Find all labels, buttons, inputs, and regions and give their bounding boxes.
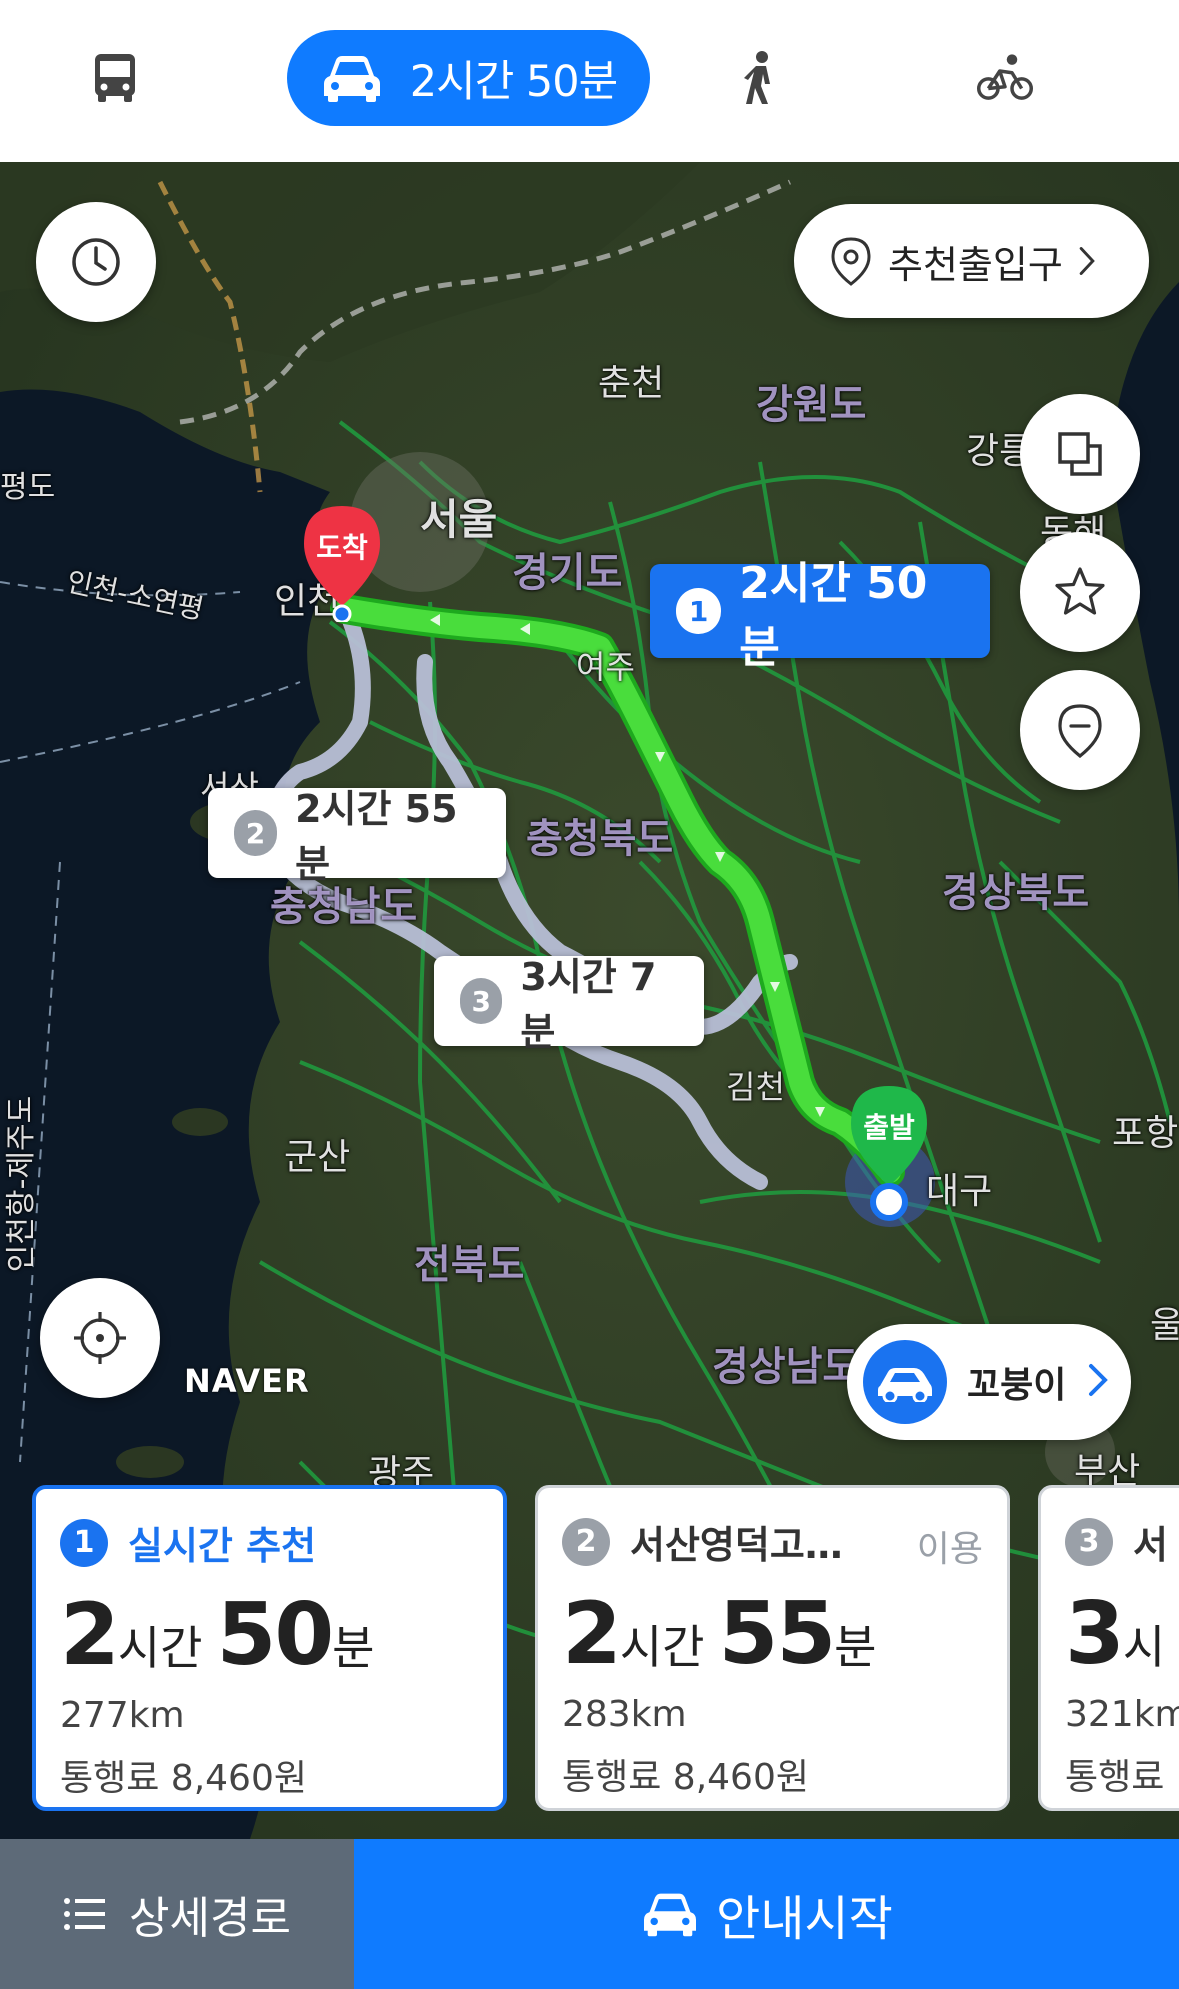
arrival-pin[interactable]: 도착	[300, 502, 384, 626]
crosshair-icon	[74, 1312, 126, 1364]
car-duration-label: 2시간 50분	[409, 57, 618, 107]
route-card-2-minutes: 55	[718, 1584, 836, 1684]
mode-bus-tab[interactable]	[70, 30, 160, 126]
route-card-1-number: 1	[60, 1518, 108, 1567]
route-card-3-number: 3	[1065, 1517, 1113, 1566]
car-icon	[644, 1893, 697, 1937]
car-icon	[323, 56, 380, 102]
recommended-entrance-label: 추천출입구	[888, 242, 1063, 287]
route-card-2-duration: 2시간 55분	[562, 1584, 891, 1684]
layers-icon	[1058, 432, 1102, 476]
route-card-1-toll: 통행료 8,460원	[60, 1758, 307, 1799]
place-ulsan: 울	[1150, 1305, 1179, 1346]
departure-pin[interactable]: 출발	[847, 1082, 931, 1226]
route-bubble-3[interactable]: 3 3시간 7분	[434, 955, 704, 1054]
route-card-2-use: 이용	[916, 1529, 983, 1570]
route-card-2-hour-unit: 시간	[619, 1620, 705, 1674]
place-jeju-route: 인천항-제주도	[4, 1095, 40, 1273]
place-gunsan: 군산	[284, 1137, 351, 1178]
waypoint-button[interactable]	[1020, 670, 1140, 790]
place-gimcheon: 김천	[726, 1068, 785, 1106]
start-navigation-label: 안내시작	[716, 1891, 893, 1947]
departure-marker-icon	[851, 1086, 927, 1221]
place-chuncheon: 춘천	[598, 363, 665, 404]
kkobugi-button[interactable]: 꼬붕이	[847, 1324, 1131, 1440]
place-gyeongbuk: 경상북도	[942, 870, 1090, 916]
clock-icon	[72, 238, 120, 286]
route-card-3-duration: 3시	[1065, 1584, 1179, 1684]
route-card-2-toll: 통행료 8,460원	[562, 1757, 809, 1798]
route-card-3-header: 3 서	[1065, 1514, 1168, 1569]
route-card-1-duration: 2시간 50분	[60, 1585, 389, 1685]
route-card-1[interactable]: 1 실시간 추천 2시간 50분 277km 통행료 8,460원	[32, 1485, 507, 1811]
map-layers-button[interactable]	[1020, 394, 1140, 514]
route-card-1-minutes: 50	[216, 1585, 334, 1685]
mode-walk-tab[interactable]	[720, 30, 800, 126]
kkobugi-label: 꼬붕이	[967, 1365, 1067, 1406]
departure-pin-label: 출발	[863, 1111, 915, 1144]
kkobugi-car-icon	[863, 1340, 947, 1424]
place-gangwon: 강원도	[756, 382, 867, 428]
route-card-3-hour-unit: 시	[1122, 1620, 1166, 1674]
route-bubble-2[interactable]: 2 2시간 55분	[208, 787, 506, 886]
naver-attribution: NAVER	[184, 1362, 310, 1400]
walk-icon	[744, 51, 770, 104]
route-card-2-minute-unit: 분	[834, 1620, 877, 1674]
start-navigation-button[interactable]: 안내시작	[354, 1839, 1179, 1989]
recommended-entrance-button[interactable]: 추천출입구	[794, 204, 1149, 318]
list-icon	[64, 1898, 106, 1930]
star-icon	[1055, 567, 1105, 615]
bottom-action-bar: 상세경로 안내시작	[0, 1839, 1179, 1989]
route-card-2-hours: 2	[562, 1584, 622, 1684]
route-bubble-1-label: 2시간 50분	[739, 558, 928, 673]
route-card-3[interactable]: 3 서 3시 321km 통행료	[1038, 1485, 1179, 1811]
favorite-button[interactable]	[1020, 532, 1140, 652]
mode-car-tab[interactable]: 2시간 50분	[287, 30, 650, 126]
place-left-edge: 평도	[0, 470, 56, 505]
chevron-right-icon	[1079, 247, 1095, 275]
route-card-1-header: 1 실시간 추천	[60, 1515, 316, 1570]
route-detail-label: 상세경로	[129, 1893, 291, 1944]
route-card-3-distance: 321km	[1065, 1694, 1179, 1735]
route-bubble-3-number: 3	[460, 978, 503, 1024]
current-location-button[interactable]	[40, 1278, 160, 1398]
route-card-3-toll: 통행료	[1065, 1757, 1165, 1798]
place-pohang: 포항	[1112, 1113, 1179, 1154]
route-bubble-3-label: 3시간 7분	[520, 955, 657, 1054]
place-daegu: 대구	[926, 1171, 993, 1212]
route-card-1-minute-unit: 분	[332, 1621, 375, 1675]
route-bubble-2-number: 2	[234, 810, 278, 856]
place-jeonbuk: 전북도	[414, 1242, 525, 1288]
route-detail-button[interactable]: 상세경로	[0, 1839, 354, 1989]
transport-mode-bar: 2시간 50분	[0, 0, 1179, 162]
bike-icon	[977, 54, 1033, 100]
place-gyeongnam: 경상남도	[712, 1344, 860, 1390]
location-pin-icon	[831, 237, 871, 286]
route-card-2-number: 2	[562, 1517, 610, 1566]
route-card-1-hour-unit: 시간	[117, 1621, 203, 1675]
route-bubble-1-number: 1	[676, 588, 722, 634]
route-card-1-hours: 2	[60, 1585, 120, 1685]
place-chungbuk: 충청북도	[526, 816, 674, 862]
waypoint-pin-icon	[1058, 704, 1102, 758]
bus-icon	[95, 54, 135, 102]
route-bubble-1[interactable]: 1 2시간 50분	[650, 558, 990, 673]
route-card-1-distance: 277km	[60, 1695, 185, 1736]
chevron-right-icon	[1086, 1362, 1110, 1402]
route-card-3-hours: 3	[1065, 1584, 1125, 1684]
place-gyeonggi: 경기도	[512, 550, 623, 596]
departure-time-button[interactable]	[36, 202, 156, 322]
arrival-pin-label: 도착	[316, 531, 368, 564]
route-card-1-name: 실시간 추천	[128, 1524, 317, 1568]
route-map[interactable]: 춘천 강원도 강릉 동해 서울 경기도 인천 인천-소연평 평도 여주 충청북도…	[0, 162, 1179, 1839]
route-card-2-header: 2 서산영덕고…	[562, 1514, 843, 1569]
route-card-2-distance: 283km	[562, 1694, 687, 1735]
route-card-2[interactable]: 2 서산영덕고… 이용 2시간 55분 283km 통행료 8,460원	[535, 1485, 1010, 1811]
place-yeoju: 여주	[576, 648, 635, 686]
route-card-2-name: 서산영덕고…	[630, 1523, 843, 1567]
route-bubble-2-label: 2시간 55분	[295, 787, 458, 886]
place-seoul: 서울	[420, 495, 498, 544]
mode-bike-tab[interactable]	[960, 30, 1050, 126]
route-card-3-name: 서	[1133, 1523, 1168, 1567]
